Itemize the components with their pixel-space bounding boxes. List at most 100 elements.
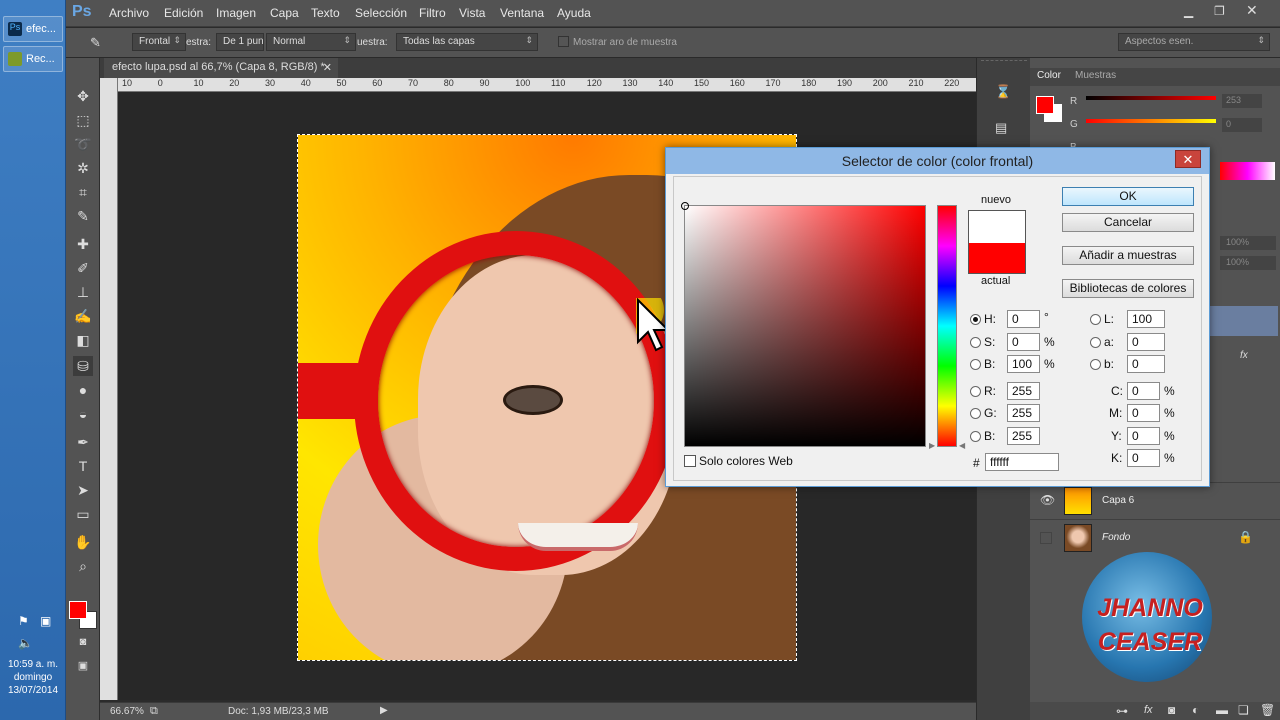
g-field[interactable]: 255 [1007, 404, 1040, 422]
sample-size-select[interactable]: De 1 punto [216, 33, 264, 51]
g-slider[interactable] [1086, 119, 1216, 123]
current-color-swatch[interactable] [969, 243, 1025, 273]
r-slider[interactable] [1086, 96, 1216, 100]
tab-color[interactable]: Color [1037, 70, 1061, 81]
restore-button[interactable]: ❐ [1214, 4, 1225, 18]
marquee-tool-icon[interactable]: ⬚ [73, 110, 93, 130]
menu-ventana[interactable]: Ventana [500, 6, 544, 20]
layers-sample-select[interactable]: Todas las capas ⇕ [396, 33, 538, 51]
l-radio[interactable] [1090, 314, 1101, 325]
menu-filtro[interactable]: Filtro [419, 6, 446, 20]
a-field[interactable]: 0 [1127, 333, 1165, 351]
dodge-tool-icon[interactable]: ◒ [73, 404, 93, 424]
k-field[interactable]: 0 [1127, 449, 1160, 467]
shape-tool-icon[interactable]: ▭ [73, 504, 93, 524]
eyedropper-icon[interactable]: ✎ [90, 35, 101, 51]
new-color-swatch[interactable] [969, 211, 1025, 243]
l-field[interactable]: 100 [1127, 310, 1165, 328]
eraser-tool-icon[interactable]: ◧ [73, 330, 93, 350]
hand-tool-icon[interactable]: ✋ [73, 532, 93, 552]
fill-field[interactable]: 100% [1220, 256, 1276, 270]
zoom-tool-icon[interactable]: ⌕ [73, 556, 93, 576]
network-icon[interactable]: ▣ [40, 614, 51, 628]
flag-icon[interactable]: ⚑ [18, 614, 29, 628]
volume-icon[interactable]: 🔈 [18, 636, 33, 650]
new-layer-icon[interactable]: ❏ [1238, 703, 1249, 717]
actions-icon[interactable]: ▤ [995, 120, 1007, 136]
path-select-icon[interactable]: ➤ [73, 480, 93, 500]
link-layers-icon[interactable]: ⊶ [1116, 704, 1128, 718]
menu-seleccion[interactable]: Selección [355, 6, 407, 20]
y-field[interactable]: 0 [1127, 427, 1160, 445]
menu-capa[interactable]: Capa [270, 6, 299, 20]
color-field[interactable] [681, 202, 926, 447]
ok-button[interactable]: OK [1062, 187, 1194, 206]
menu-texto[interactable]: Texto [311, 6, 340, 20]
s-radio[interactable] [970, 337, 981, 348]
screen-mode-icon[interactable]: ▣ [73, 656, 93, 676]
lasso-tool-icon[interactable]: ➰ [73, 134, 93, 154]
cancel-button[interactable]: Cancelar [1062, 213, 1194, 232]
g-radio[interactable] [970, 408, 981, 419]
zoom-level[interactable]: 66.67% [110, 706, 144, 717]
eyedropper-tool-icon[interactable]: ✎ [73, 206, 93, 226]
r-radio[interactable] [970, 386, 981, 397]
opacity-field[interactable]: 100% [1220, 236, 1276, 250]
workspace-select[interactable]: Aspectos esen. ⇕ [1118, 33, 1270, 51]
g-value[interactable]: 0 [1222, 118, 1262, 132]
a-radio[interactable] [1090, 337, 1101, 348]
hex-field[interactable]: ffffff [985, 453, 1059, 471]
dialog-close-button[interactable]: ✕ [1175, 150, 1201, 168]
selected-layer-highlight[interactable] [1210, 306, 1278, 336]
ring-checkbox[interactable] [558, 36, 569, 47]
magic-wand-icon[interactable]: ✲ [73, 158, 93, 178]
panel-fg-swatch[interactable] [1036, 96, 1054, 114]
source-select[interactable]: Frontal ⇕ [132, 33, 186, 51]
b-hsb-field[interactable]: 100 [1007, 355, 1040, 373]
color-libraries-button[interactable]: Bibliotecas de colores [1062, 279, 1194, 298]
m-field[interactable]: 0 [1127, 404, 1160, 422]
crop-tool-icon[interactable]: ⌗ [73, 182, 93, 202]
menu-edicion[interactable]: Edición [164, 6, 203, 20]
status-arrow-icon[interactable]: ▶ [380, 705, 388, 716]
eye-icon[interactable]: 👁 [1040, 493, 1055, 507]
menu-archivo[interactable]: Archivo [109, 6, 149, 20]
trash-icon[interactable]: 🗑 [1260, 703, 1275, 717]
c-field[interactable]: 0 [1127, 382, 1160, 400]
minimize-button[interactable]: ▁ [1184, 4, 1193, 18]
fx-icon[interactable]: fx [1144, 704, 1153, 716]
menu-vista[interactable]: Vista [459, 6, 485, 20]
quick-mask-icon[interactable]: ◙ [73, 632, 93, 652]
taskbar-item-recorder[interactable]: Rec... [3, 46, 63, 72]
s-field[interactable]: 0 [1007, 333, 1040, 351]
layer-row[interactable]: 👁 Capa 6 [1030, 482, 1280, 518]
taskbar-item-photoshop[interactable]: Ps efec... [3, 16, 63, 42]
web-colors-checkbox[interactable] [684, 455, 696, 467]
healing-brush-icon[interactable]: ✚ [73, 234, 93, 254]
h-field[interactable]: 0 [1007, 310, 1040, 328]
add-to-swatches-button[interactable]: Añadir a muestras [1062, 246, 1194, 265]
history-brush-icon[interactable]: ✍ [73, 306, 93, 326]
close-tab-icon[interactable]: ✕ [323, 61, 332, 74]
blur-tool-icon[interactable]: ● [73, 380, 93, 400]
history-icon[interactable]: ⌛ [995, 84, 1011, 100]
mask-icon[interactable]: ◙ [1168, 703, 1175, 717]
pen-tool-icon[interactable]: ✒ [73, 432, 93, 452]
mode-select[interactable]: Normal ⇕ [266, 33, 356, 51]
folder-icon[interactable]: ▬ [1216, 703, 1228, 717]
adjustment-icon[interactable]: ◐ [1192, 703, 1199, 717]
layer-fx-label[interactable]: fx [1240, 350, 1248, 361]
foreground-color-swatch[interactable] [69, 601, 87, 619]
paint-bucket-icon[interactable]: ⛁ [73, 356, 93, 376]
lab-b-radio[interactable] [1090, 359, 1101, 370]
menu-imagen[interactable]: Imagen [216, 6, 256, 20]
stamp-tool-icon[interactable]: ⊥ [73, 282, 93, 302]
b-rgb-radio[interactable] [970, 431, 981, 442]
r-value[interactable]: 253 [1222, 94, 1262, 108]
b-hsb-radio[interactable] [970, 359, 981, 370]
tab-swatches[interactable]: Muestras [1075, 70, 1116, 81]
menu-ayuda[interactable]: Ayuda [557, 6, 591, 20]
document-tab[interactable]: efecto lupa.psd al 66,7% (Capa 8, RGB/8)… [104, 58, 338, 78]
export-icon[interactable]: ⧉ [150, 705, 158, 718]
brush-tool-icon[interactable]: ✐ [73, 258, 93, 278]
